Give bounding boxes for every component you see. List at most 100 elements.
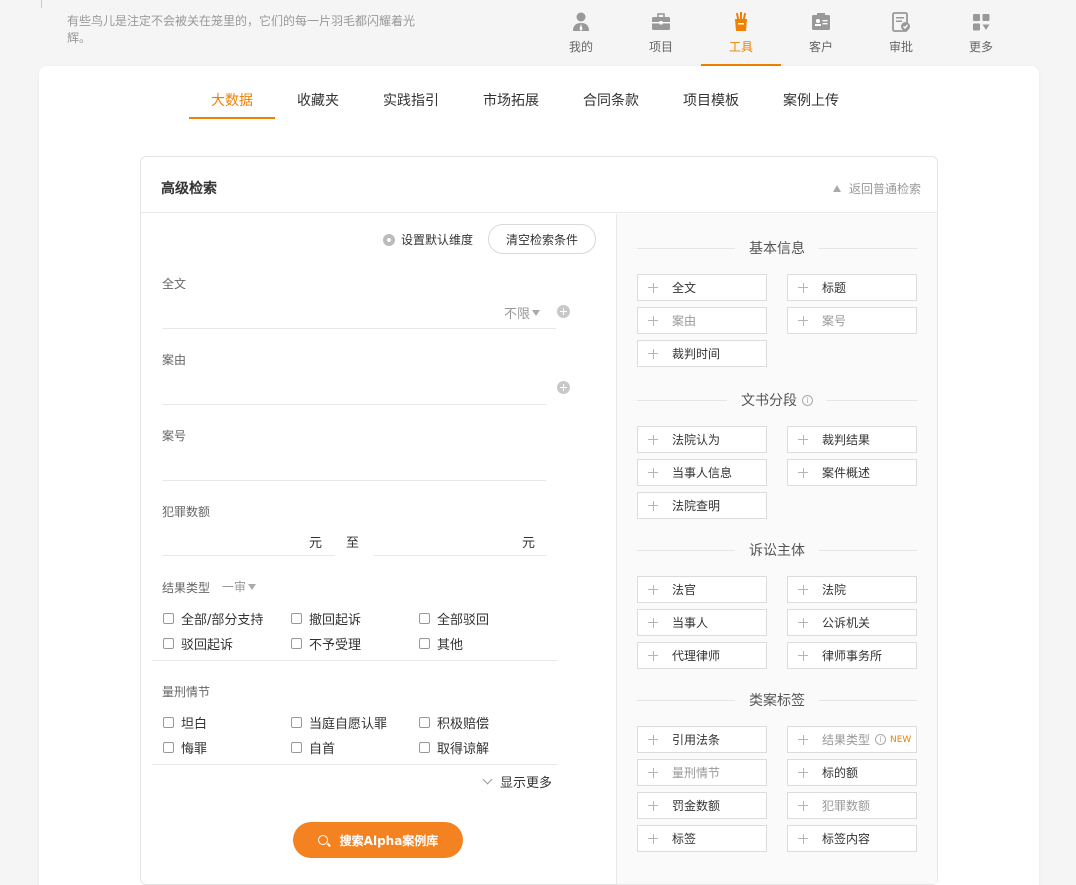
chip-judgment-result[interactable]: 裁判结果 — [787, 426, 917, 453]
chip-tag[interactable]: 标签 — [637, 825, 767, 852]
checkbox-result-dismiss[interactable]: 驳回起诉 — [163, 634, 233, 653]
chip-label: 标题 — [822, 281, 847, 295]
more-grid-icon — [973, 14, 990, 31]
checkbox-sentencing-forgiveness[interactable]: 取得谅解 — [419, 738, 489, 757]
crime-amount-min-input[interactable] — [162, 525, 302, 555]
info-icon[interactable]: i — [802, 394, 813, 406]
section-title: 基本信息 — [749, 241, 805, 257]
add-cause-icon[interactable] — [557, 381, 570, 394]
case-number-label: 案号 — [162, 429, 187, 443]
contact-card-icon — [812, 13, 830, 30]
clear-conditions-button[interactable]: 清空检索条件 — [488, 224, 596, 254]
info-icon[interactable]: i — [875, 734, 887, 745]
chip-cited-statute[interactable]: 引用法条 — [637, 726, 767, 753]
checkbox — [291, 717, 302, 728]
checkbox-sentencing-surrender[interactable]: 自首 — [291, 738, 335, 757]
chip-label: 量刑情节 — [672, 766, 721, 780]
chip-case-number[interactable]: 案号 — [787, 307, 917, 334]
cause-input[interactable] — [162, 374, 545, 404]
chip-attorney[interactable]: 代理律师 — [637, 642, 767, 669]
chip-crime-amount[interactable]: 犯罪数额 — [787, 792, 917, 819]
chip-label: 律师事务所 — [822, 649, 883, 663]
nav-item-approval[interactable]: 审批 — [861, 0, 941, 66]
tab-favorites[interactable]: 收藏夹 — [275, 91, 361, 119]
fulltext-scope-dropdown[interactable]: 不限 — [504, 303, 541, 322]
nav-item-clients[interactable]: 客户 — [781, 0, 861, 66]
chip-label: 罚金数额 — [672, 799, 721, 813]
unit-yuan: 元 — [522, 536, 536, 551]
set-default-label: 设置默认维度 — [401, 233, 474, 247]
nav-label: 我的 — [568, 40, 593, 54]
slogan: 有些鸟儿是注定不会被关在笼里的，它们的每一片羽毛都闪耀着光辉。 — [67, 14, 416, 45]
unit-yuan: 元 — [309, 536, 323, 551]
nav-item-more[interactable]: 更多 — [941, 0, 1021, 66]
checkbox-sentencing-compensation[interactable]: 积极赔偿 — [419, 713, 489, 732]
chip-fulltext[interactable]: 全文 — [637, 274, 767, 301]
nav-label: 项目 — [648, 40, 673, 54]
plus-icon — [648, 584, 658, 595]
tab-practice-guide[interactable]: 实践指引 — [361, 91, 461, 119]
instance-dropdown[interactable]: 一审 — [222, 578, 257, 595]
tab-project-templates[interactable]: 项目模板 — [661, 91, 761, 119]
briefcase-icon — [652, 13, 670, 30]
chip-cause[interactable]: 案由 — [637, 307, 767, 334]
chip-court-opinion[interactable]: 法院认为 — [637, 426, 767, 453]
chip-sentencing[interactable]: 量刑情节 — [637, 759, 767, 786]
nav-label: 客户 — [808, 40, 833, 54]
chip-court-findings[interactable]: 法院查明 — [637, 492, 767, 519]
crime-amount-max-input[interactable] — [374, 525, 519, 555]
set-default-dimension-button[interactable]: 设置默认维度 — [383, 231, 473, 248]
fulltext-input[interactable] — [162, 296, 482, 326]
triangle-up-icon — [832, 185, 841, 192]
plus-icon — [648, 767, 658, 778]
chip-label: 结果类型 — [822, 733, 871, 747]
chip-law-firm[interactable]: 律师事务所 — [787, 642, 917, 669]
case-number-input[interactable] — [162, 450, 545, 480]
divider — [162, 328, 556, 329]
checkbox-result-support[interactable]: 全部/部分支持 — [163, 609, 263, 628]
checkbox — [419, 638, 430, 649]
chip-title[interactable]: 标题 — [787, 274, 917, 301]
nav-item-tools[interactable]: 工具 — [701, 0, 781, 66]
tab-case-upload[interactable]: 案例上传 — [761, 91, 861, 119]
main-card: 大数据 收藏夹 实践指引 市场拓展 合同条款 项目模板 案例上传 高级检索 返回… — [39, 66, 1039, 885]
plus-icon — [648, 833, 658, 844]
checkbox-sentencing-plea-in-court[interactable]: 当庭自愿认罪 — [291, 713, 387, 732]
nav-item-projects[interactable]: 项目 — [621, 0, 701, 66]
tab-big-data[interactable]: 大数据 — [189, 91, 275, 119]
nav-item-mine[interactable]: 我的 — [541, 0, 621, 66]
chip-prosecutor[interactable]: 公诉机关 — [787, 609, 917, 636]
chip-judgment-date[interactable]: 裁判时间 — [637, 340, 767, 367]
checkbox-result-reject-all[interactable]: 全部驳回 — [419, 609, 489, 628]
chip-label: 公诉机关 — [822, 616, 871, 630]
divider — [162, 555, 335, 556]
search-icon — [317, 835, 328, 845]
search-button[interactable]: 搜索Alpha案例库 — [293, 822, 463, 858]
section-basic-info: 基本信息 — [637, 238, 917, 258]
chip-fine-amount[interactable]: 罚金数额 — [637, 792, 767, 819]
chip-label: 全文 — [672, 281, 697, 295]
chip-party-info[interactable]: 当事人信息 — [637, 459, 767, 486]
chip-case-summary[interactable]: 案件概述 — [787, 459, 917, 486]
chip-tag-content[interactable]: 标签内容 — [787, 825, 917, 852]
search-button-label: 搜索Alpha案例库 — [339, 833, 439, 848]
chip-subject-amount[interactable]: 标的额 — [787, 759, 917, 786]
chip-court[interactable]: 法院 — [787, 576, 917, 603]
add-fulltext-icon[interactable] — [557, 305, 570, 318]
chip-party[interactable]: 当事人 — [637, 609, 767, 636]
chip-label: 标的额 — [822, 766, 859, 780]
checkbox-result-other[interactable]: 其他 — [419, 634, 463, 653]
tab-contract-clauses[interactable]: 合同条款 — [561, 91, 661, 119]
checkbox-sentencing-remorse[interactable]: 悔罪 — [163, 738, 207, 757]
divider — [162, 480, 546, 481]
tab-bar: 大数据 收藏夹 实践指引 市场拓展 合同条款 项目模板 案例上传 — [189, 91, 861, 119]
chip-result-type[interactable]: 结果类型 i NEW — [787, 726, 917, 753]
show-more-button[interactable]: 显示更多 — [482, 772, 552, 791]
checkbox-result-not-accepted[interactable]: 不予受理 — [291, 634, 361, 653]
back-to-normal-search-link[interactable]: 返回普通检索 — [832, 180, 921, 197]
chip-judge[interactable]: 法官 — [637, 576, 767, 603]
tab-market-expansion[interactable]: 市场拓展 — [461, 91, 561, 119]
checkbox-sentencing-confession[interactable]: 坦白 — [163, 713, 207, 732]
person-icon — [573, 12, 589, 31]
checkbox-result-withdraw[interactable]: 撤回起诉 — [291, 609, 361, 628]
